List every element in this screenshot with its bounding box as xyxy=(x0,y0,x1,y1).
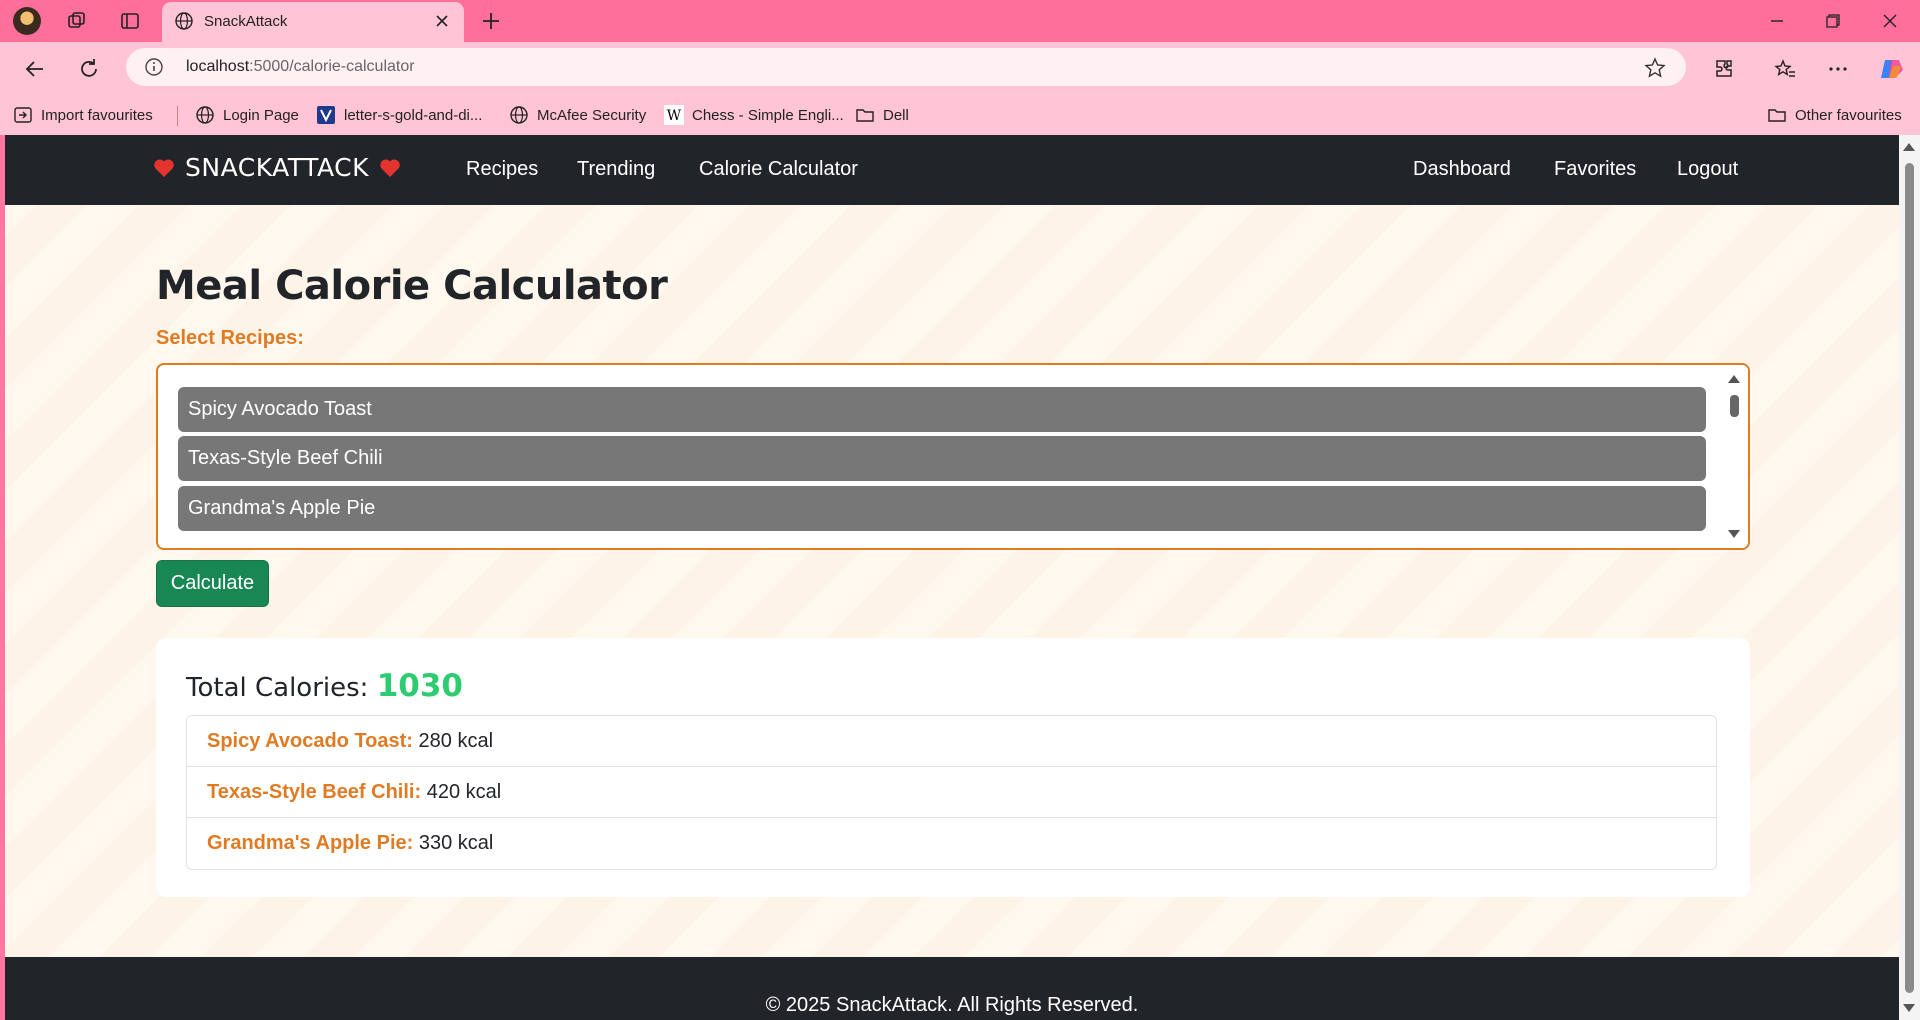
nav-link-calorie-calculator[interactable]: Calorie Calculator xyxy=(699,158,858,181)
more-options-icon[interactable] xyxy=(1823,54,1853,84)
nav-link-favorites[interactable]: Favorites xyxy=(1554,158,1636,181)
favorite-chess[interactable]: W Chess - Simple Engli... xyxy=(664,95,844,135)
nav-link-logout[interactable]: Logout xyxy=(1677,158,1738,181)
scroll-thumb[interactable] xyxy=(1905,163,1914,993)
recipe-name: Grandma's Apple Pie: xyxy=(207,832,414,854)
new-tab-icon[interactable] xyxy=(478,8,504,34)
site-navbar: SNACKATTACK Recipes Trending Calorie Cal… xyxy=(5,135,1899,205)
wikipedia-icon: W xyxy=(664,105,684,125)
recipe-kcal: 330 kcal xyxy=(413,832,494,854)
address-toolbar: localhost:5000/calorie-calculator xyxy=(0,42,1920,95)
recipe-kcal: 280 kcal xyxy=(412,730,494,752)
back-icon[interactable] xyxy=(20,54,50,84)
recipe-multiselect[interactable]: Spicy Avocado Toast Texas-Style Beef Chi… xyxy=(156,363,1750,550)
recipe-option[interactable]: Grandma's Apple Pie xyxy=(178,486,1706,531)
favorites-divider xyxy=(177,106,178,126)
url-text: localhost:5000/calorie-calculator xyxy=(186,58,415,75)
extensions-icon[interactable] xyxy=(1709,54,1739,84)
recipe-kcal: 420 kcal xyxy=(421,781,502,803)
list-item: Grandma's Apple Pie: 330 kcal xyxy=(187,818,1716,869)
v-logo-icon xyxy=(317,106,335,124)
nav-link-trending[interactable]: Trending xyxy=(577,158,655,181)
favorite-mcafee[interactable]: McAfee Security xyxy=(509,95,646,135)
brand-name: SNACKATTACK xyxy=(185,153,369,182)
site-info-icon[interactable] xyxy=(144,57,164,77)
select-recipes-label: Select Recipes: xyxy=(156,327,304,349)
vertical-tabs-icon[interactable] xyxy=(117,8,143,34)
close-window-icon[interactable] xyxy=(1875,8,1905,34)
refresh-icon[interactable] xyxy=(74,54,104,84)
scroll-down-icon[interactable] xyxy=(1903,1004,1915,1012)
other-favorites[interactable]: Other favourites xyxy=(1767,95,1902,135)
nav-link-recipes[interactable]: Recipes xyxy=(466,158,538,181)
page-scrollbar[interactable] xyxy=(1899,135,1920,1020)
svg-text:W: W xyxy=(667,108,682,124)
calorie-breakdown-list: Spicy Avocado Toast: 280 kcal Texas-Styl… xyxy=(186,715,1717,870)
recipe-name: Texas-Style Beef Chili: xyxy=(207,781,422,803)
favorite-dell[interactable]: Dell xyxy=(855,95,909,135)
scroll-thumb[interactable] xyxy=(1730,395,1739,417)
folder-icon xyxy=(856,109,874,122)
copilot-icon[interactable] xyxy=(1877,54,1907,84)
browser-titlebar: SnackAttack xyxy=(0,0,1920,42)
brand-logo[interactable]: SNACKATTACK xyxy=(153,153,401,182)
heart-icon xyxy=(380,158,400,177)
scroll-up-icon[interactable] xyxy=(1728,375,1740,383)
select-scrollbar[interactable] xyxy=(1720,365,1748,548)
nav-link-dashboard[interactable]: Dashboard xyxy=(1413,158,1511,181)
favorite-star-icon[interactable] xyxy=(1644,57,1666,79)
close-tab-icon[interactable] xyxy=(432,11,452,31)
active-tab[interactable]: SnackAttack xyxy=(162,2,464,42)
scroll-down-icon[interactable] xyxy=(1728,530,1740,538)
heart-icon xyxy=(154,158,174,177)
results-card: Total Calories: 1030 Spicy Avocado Toast… xyxy=(156,638,1750,897)
copyright-text: © 2025 SnackAttack. All Rights Reserved. xyxy=(765,994,1139,1016)
url-bar[interactable]: localhost:5000/calorie-calculator xyxy=(126,48,1686,86)
tab-title: SnackAttack xyxy=(204,13,288,30)
recipe-option[interactable]: Texas-Style Beef Chili xyxy=(178,436,1706,481)
workspaces-icon[interactable] xyxy=(64,8,90,34)
favorites-bar: Import favourites Login Page letter-s-go… xyxy=(0,95,1920,135)
list-item: Texas-Style Beef Chili: 420 kcal xyxy=(187,767,1716,818)
recipe-name: Spicy Avocado Toast: xyxy=(207,730,413,752)
favorites-list-icon[interactable] xyxy=(1770,54,1800,84)
scroll-up-icon[interactable] xyxy=(1903,143,1915,151)
site-footer: © 2025 SnackAttack. All Rights Reserved. xyxy=(5,957,1899,1020)
total-calories: Total Calories: 1030 xyxy=(186,668,463,704)
recipe-option[interactable]: Spicy Avocado Toast xyxy=(178,387,1706,432)
globe-icon xyxy=(196,106,214,124)
globe-icon xyxy=(175,12,193,30)
favorite-letter-s[interactable]: letter-s-gold-and-di... xyxy=(316,95,482,135)
globe-icon xyxy=(510,106,528,124)
minimize-icon[interactable] xyxy=(1762,8,1792,34)
total-calories-value: 1030 xyxy=(376,668,463,704)
folder-icon xyxy=(1768,109,1786,122)
calculate-button[interactable]: Calculate xyxy=(156,560,269,607)
page-title: Meal Calorie Calculator xyxy=(156,263,668,309)
import-icon xyxy=(14,107,32,123)
restore-icon[interactable] xyxy=(1818,8,1848,34)
profile-avatar[interactable] xyxy=(13,7,41,35)
favorite-login-page[interactable]: Login Page xyxy=(195,95,299,135)
total-calories-label: Total Calories: xyxy=(186,673,369,703)
list-item: Spicy Avocado Toast: 280 kcal xyxy=(187,716,1716,767)
favorite-import[interactable]: Import favourites xyxy=(13,95,153,135)
page-viewport: SNACKATTACK Recipes Trending Calorie Cal… xyxy=(5,135,1899,1020)
